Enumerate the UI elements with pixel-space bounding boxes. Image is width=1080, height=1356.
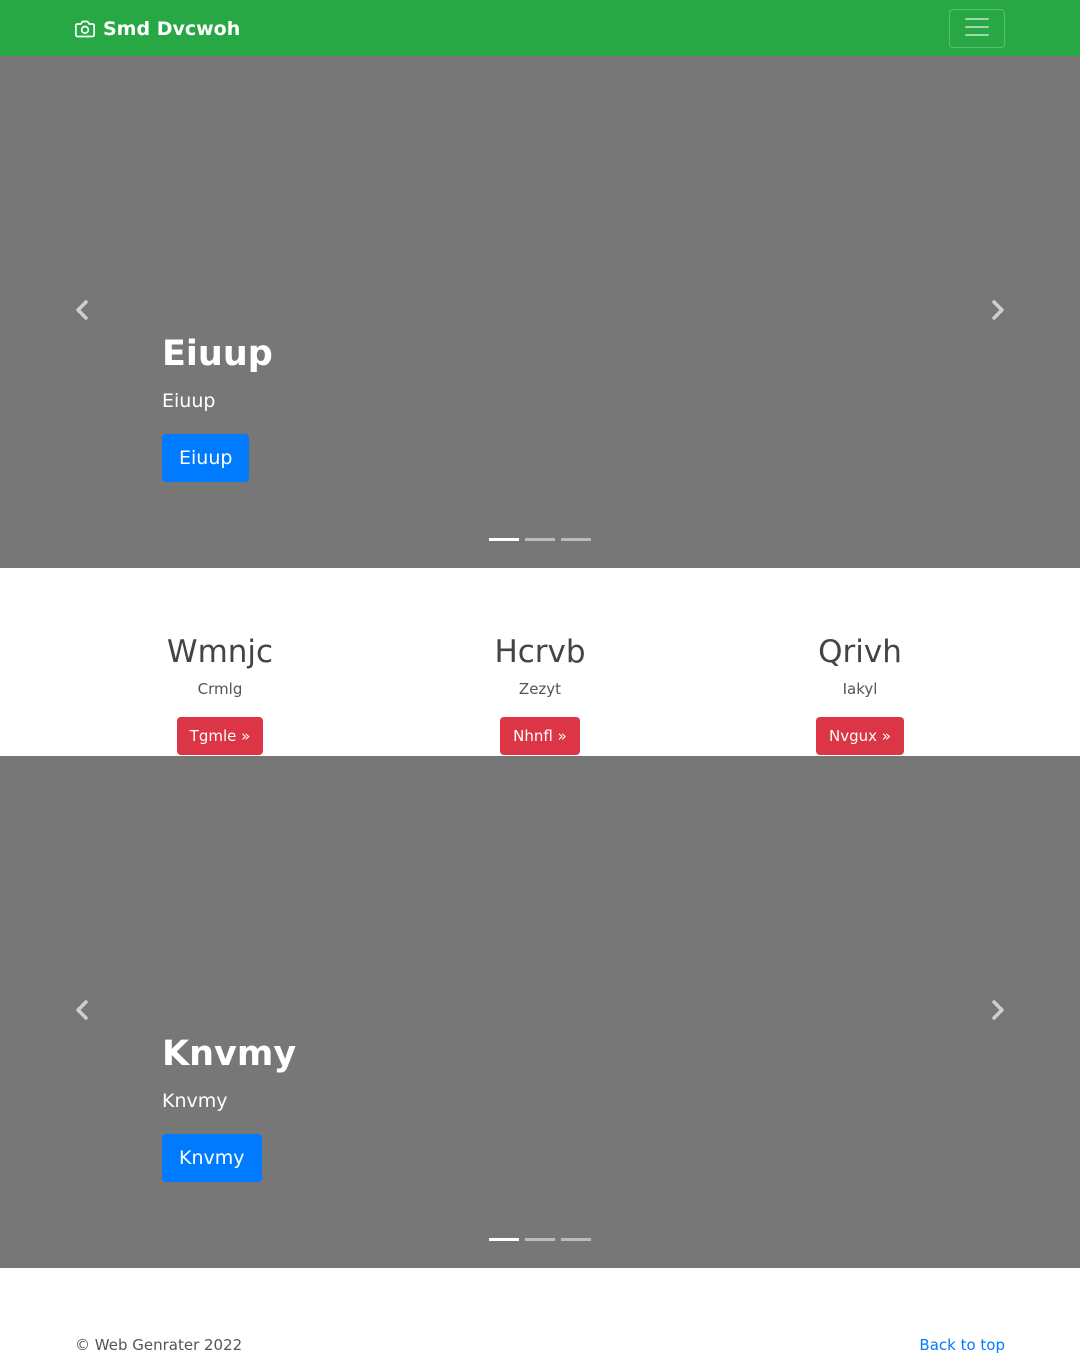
- carousel-prev-button[interactable]: [72, 296, 92, 328]
- carousel-next-button[interactable]: [988, 996, 1008, 1028]
- carousel-cta-button[interactable]: Eiuup: [162, 434, 250, 482]
- carousel-indicators: [489, 1238, 591, 1241]
- carousel-caption: Knvmy Knvmy Knvmy: [162, 1032, 296, 1182]
- features-section: Wmnjc Crmlg Tgmle » Hcrvb Zezyt Nhnfl » …: [0, 568, 1080, 756]
- chevron-left-icon: [74, 1000, 90, 1024]
- camera-icon: [75, 19, 95, 39]
- carousel-indicator[interactable]: [525, 1238, 555, 1241]
- brand-link[interactable]: Smd Dvcwoh: [75, 16, 240, 42]
- chevron-left-icon: [74, 300, 90, 324]
- navbar-toggler-button[interactable]: [949, 9, 1005, 48]
- copyright-text: © Web Genrater 2022: [75, 1336, 243, 1354]
- carousel-indicator[interactable]: [561, 1238, 591, 1241]
- carousel-caption: Eiuup Eiuup Eiuup: [162, 332, 273, 482]
- chevron-right-icon: [990, 300, 1006, 324]
- navbar: Smd Dvcwoh: [0, 0, 1080, 56]
- feature-column: Qrivh Iakyl Nvgux »: [690, 630, 1030, 755]
- carousel-subtitle: Eiuup: [162, 390, 216, 412]
- carousel-indicators: [489, 538, 591, 541]
- brand-name: Smd Dvcwoh: [103, 18, 241, 40]
- feature-button[interactable]: Nhnfl »: [500, 717, 580, 755]
- carousel-indicator[interactable]: [489, 538, 519, 541]
- feature-text: Iakyl: [842, 680, 878, 698]
- feature-column: Wmnjc Crmlg Tgmle »: [50, 630, 390, 755]
- carousel-cta-button[interactable]: Knvmy: [162, 1134, 262, 1182]
- hamburger-menu-icon: [962, 12, 992, 45]
- carousel-indicator[interactable]: [525, 538, 555, 541]
- carousel-prev-button[interactable]: [72, 996, 92, 1028]
- carousel-title: Eiuup: [162, 334, 273, 374]
- carousel-subtitle: Knvmy: [162, 1090, 228, 1112]
- chevron-right-icon: [990, 1000, 1006, 1024]
- second-carousel: Knvmy Knvmy Knvmy: [0, 756, 1080, 1268]
- feature-text: Crmlg: [197, 680, 243, 698]
- carousel-title: Knvmy: [162, 1034, 297, 1074]
- hero-carousel: Eiuup Eiuup Eiuup: [0, 56, 1080, 568]
- feature-text: Zezyt: [518, 680, 562, 698]
- feature-button[interactable]: Tgmle »: [176, 717, 264, 755]
- back-to-top-link[interactable]: Back to top: [919, 1334, 1005, 1356]
- footer: © Web Genrater 2022 Back to top: [0, 1268, 1080, 1356]
- carousel-indicator[interactable]: [489, 1238, 519, 1241]
- carousel-indicator[interactable]: [561, 538, 591, 541]
- feature-button[interactable]: Nvgux »: [816, 717, 904, 755]
- carousel-next-button[interactable]: [988, 296, 1008, 328]
- feature-title: Hcrvb: [494, 634, 586, 670]
- feature-title: Qrivh: [818, 634, 902, 670]
- feature-column: Hcrvb Zezyt Nhnfl »: [370, 630, 710, 755]
- feature-title: Wmnjc: [166, 634, 274, 670]
